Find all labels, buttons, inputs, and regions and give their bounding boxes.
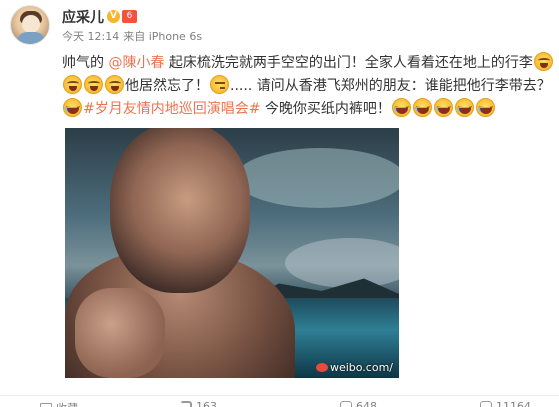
post-source[interactable]: 来自 iPhone 6s [123,30,202,43]
text-segment: 帅气的 [62,55,109,71]
verified-icon: V [107,10,120,23]
star-icon [40,403,52,407]
text-segment: 起床梳洗完就两手空空的出门！全家人看着还在地上的行李 [164,55,533,71]
post-text-line-2: 他居然忘了！ ..... 请问从香港飞郑州的朋友：谁能把他行李带去？ [62,75,556,98]
post-text-line-3: #岁月友情内地巡回演唱会# 今晚你买纸内裤吧！ [62,98,556,121]
image-watermark: weibo.com/ [315,361,393,374]
mention-link[interactable]: @陳小春 [108,55,164,71]
laugh-icon [433,98,453,117]
laugh-icon [63,98,82,117]
thinking-icon [210,75,229,94]
level-badge[interactable]: 6 [122,10,137,23]
action-bar: 收藏 163 648 11164 [0,395,559,407]
post-meta: 今天 12:14 来自 iPhone 6s [62,28,206,44]
photo-head [110,128,250,293]
repost-count: 163 [196,400,217,407]
laugh-icon [475,98,495,117]
laugh-icon [391,98,411,117]
post-text-line-1: 帅气的 @陳小春 起床梳洗完就两手空空的出门！全家人看着还在地上的行李 [62,52,556,75]
text-segment: ..... 请问从香港飞郑州的朋友：谁能把他行李带去？ [230,78,551,94]
favorite-button[interactable]: 收藏 [40,400,78,407]
comment-button[interactable]: 648 [340,400,377,407]
favorite-label: 收藏 [56,402,78,407]
text-segment: 他居然忘了！ [125,78,209,94]
avatar[interactable] [10,5,50,45]
post-text: 帅气的 @陳小春 起床梳洗完就两手空空的出门！全家人看着还在地上的行李 他居然忘… [62,52,556,121]
comment-count: 648 [356,400,377,407]
repost-icon [180,401,192,407]
photo-cloud [285,238,399,288]
avatar-face [22,15,40,33]
avatar-body [17,32,45,44]
cry-icon [105,75,124,94]
hashtag-link[interactable]: #岁月友情内地巡回演唱会# [83,101,260,117]
cry-icon [63,75,82,94]
comment-icon [340,401,352,407]
like-icon [480,401,492,407]
photo-arm [75,288,165,378]
repost-button[interactable]: 163 [180,400,217,407]
post-image[interactable]: weibo.com/ [65,128,399,378]
laugh-icon [454,98,474,117]
post-header: 应采儿 V 6 [62,6,137,27]
like-button[interactable]: 11164 [480,400,531,407]
watermark-brand: weibo.com/ [329,361,393,374]
laugh-icon [412,98,432,117]
author-name[interactable]: 应采儿 [62,7,104,27]
cry-icon [533,52,553,71]
weibo-eye-icon [315,363,328,372]
text-segment: 今晚你买纸内裤吧！ [260,101,391,117]
photo-cloud [235,148,399,208]
post-timestamp[interactable]: 今天 12:14 [62,30,119,43]
cry-icon [84,75,103,94]
like-count: 11164 [496,400,531,407]
